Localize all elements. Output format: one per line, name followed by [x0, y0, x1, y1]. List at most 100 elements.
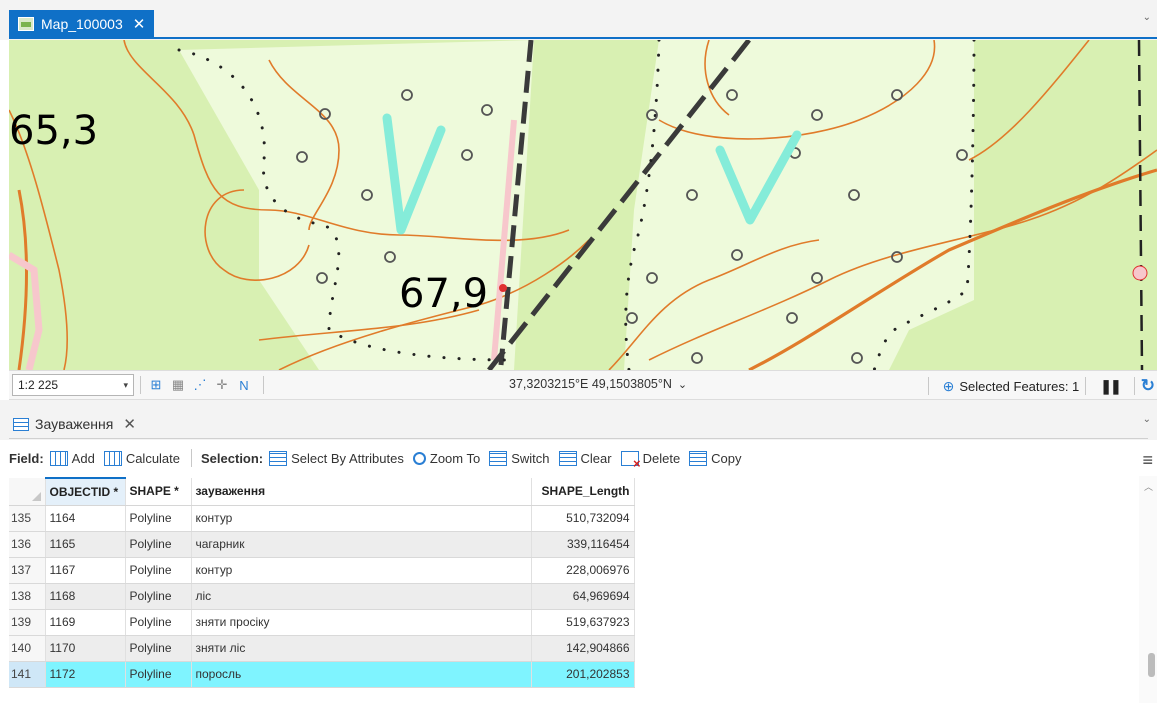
cell-note[interactable]: контур [191, 505, 532, 532]
map-tabstrip: Map_100003 ✕ ⌄ [0, 0, 1157, 40]
cell-objectid[interactable]: 1168 [45, 583, 126, 610]
row-number: 136 [9, 531, 46, 558]
cell-objectid[interactable]: 1169 [45, 609, 126, 636]
cell-shape[interactable]: Polyline [125, 531, 192, 558]
row-number: 137 [9, 557, 46, 584]
column-header-objectid[interactable]: OBJECTID * [45, 477, 126, 506]
cell-shape[interactable]: Polyline [125, 635, 192, 662]
cell-note[interactable]: поросль [191, 661, 532, 688]
map-icon [18, 17, 34, 31]
chevron-down-icon: ⌄ [677, 379, 688, 391]
cell-shape-length[interactable]: 510,732094 [531, 505, 635, 532]
map-background [9, 40, 1157, 370]
close-icon[interactable]: ✕ [123, 415, 136, 433]
cell-shape-length[interactable]: 519,637923 [531, 609, 635, 636]
cell-shape-length[interactable]: 201,202853 [531, 661, 635, 688]
divider [927, 377, 929, 395]
chevron-down-icon[interactable]: ⌄ [1143, 12, 1151, 23]
cell-objectid[interactable]: 1170 [45, 635, 126, 662]
chevron-down-icon[interactable]: ⌄ [1143, 414, 1151, 425]
tab-attribute-table[interactable]: Зауваження ✕ [9, 412, 140, 436]
cell-shape-length[interactable]: 64,969694 [531, 583, 635, 610]
cell-note[interactable]: чагарник [191, 531, 532, 558]
spot-height-label: 65,3 [9, 108, 98, 154]
refresh-icon[interactable]: ↻ [1141, 376, 1155, 396]
clear-button[interactable]: Clear [558, 450, 612, 466]
zoom-to-label: Zoom To [429, 450, 481, 466]
grid-snap-icon[interactable]: ⊞ [147, 376, 165, 394]
cell-shape-length[interactable]: 228,006976 [531, 557, 635, 584]
cell-note[interactable]: зняти ліс [191, 635, 532, 662]
chevron-up-icon[interactable]: ︿ [1144, 480, 1153, 493]
cell-shape[interactable]: Polyline [125, 609, 192, 636]
spot-height-label: 67,9 [399, 271, 488, 317]
crosshair-icon[interactable]: ✛ [213, 376, 231, 394]
scale-dropdown[interactable]: 1:2 225 ▾ [12, 374, 134, 396]
cell-note[interactable]: зняти просіку [191, 609, 532, 636]
table-row[interactable]: 137 1167 Polyline контур 228,006976 [9, 557, 635, 584]
scrollbar-thumb[interactable] [1148, 653, 1155, 677]
table-row[interactable]: 140 1170 Polyline зняти ліс 142,904866 [9, 635, 635, 662]
table-row[interactable]: 135 1164 Polyline контур 510,732094 [9, 505, 635, 532]
tab-map[interactable]: Map_100003 ✕ [9, 10, 154, 38]
table-row-selected[interactable]: 141 1172 Polyline поросль 201,202853 [9, 661, 635, 688]
zoom-to-icon [412, 451, 426, 465]
copy-button[interactable]: Copy [689, 450, 742, 466]
divider [9, 438, 1148, 439]
calculate-button[interactable]: Calculate [103, 450, 181, 466]
snapping-icon[interactable]: ⋰ [191, 376, 209, 394]
grid-icon[interactable]: ▦ [169, 376, 187, 394]
menu-icon[interactable]: ≡ [1142, 450, 1153, 471]
cell-objectid[interactable]: 1164 [45, 505, 126, 532]
coordinate-readout[interactable]: 37,3203215°E 49,1503805°N ⌄ [509, 377, 687, 391]
zoom-to-button[interactable]: Zoom To [412, 450, 481, 466]
table-row[interactable]: 138 1168 Polyline ліс 64,969694 [9, 583, 635, 610]
chevron-down-icon: ▾ [123, 379, 128, 390]
coordinates-text: 37,3203215°E 49,1503805°N [509, 377, 672, 391]
point-marker[interactable] [1132, 265, 1148, 281]
column-header-note[interactable]: зауваження [191, 478, 532, 506]
selected-features-count: Selected Features: 1 [959, 378, 1080, 394]
tab-underline [9, 37, 1157, 39]
table-row[interactable]: 139 1169 Polyline зняти просіку 519,6379… [9, 609, 635, 636]
cell-shape-length[interactable]: 142,904866 [531, 635, 635, 662]
select-all-corner[interactable] [9, 478, 46, 506]
row-number: 141 [9, 661, 46, 688]
cell-note[interactable]: ліс [191, 583, 532, 610]
add-field-button[interactable]: Add [49, 450, 95, 466]
point-marker[interactable] [499, 284, 507, 292]
map-view[interactable]: 65,3 67,9 [9, 40, 1157, 370]
table-row[interactable]: 136 1165 Polyline чагарник 339,116454 [9, 531, 635, 558]
divider [263, 376, 264, 394]
calculate-label: Calculate [125, 450, 181, 466]
divider [140, 376, 141, 394]
cell-shape[interactable]: Polyline [125, 557, 192, 584]
selection-icon[interactable]: ⊕ [943, 378, 955, 395]
select-by-attributes-button[interactable]: Select By Attributes [269, 450, 404, 466]
table-toolbar: Field: Add Calculate Selection: Select B… [9, 440, 1157, 476]
north-arrow-icon[interactable]: N [235, 376, 253, 394]
table-scrollbar[interactable]: ︿ [1139, 476, 1157, 703]
delete-label: Delete [642, 450, 681, 466]
delete-icon [620, 450, 641, 471]
cell-shape-length[interactable]: 339,116454 [531, 531, 635, 558]
map-tab-label: Map_100003 [41, 16, 123, 32]
copy-icon [689, 450, 708, 466]
switch-button[interactable]: Switch [489, 450, 550, 466]
column-header-shape[interactable]: SHAPE * [125, 478, 192, 506]
select-by-attributes-label: Select By Attributes [291, 450, 404, 466]
cell-objectid[interactable]: 1167 [45, 557, 126, 584]
cell-objectid[interactable]: 1165 [45, 531, 126, 558]
cell-note[interactable]: контур [191, 557, 532, 584]
column-header-shape-length[interactable]: SHAPE_Length [531, 478, 635, 506]
divider [1085, 377, 1087, 395]
map-svg: 65,3 67,9 [9, 40, 1157, 370]
cell-shape[interactable]: Polyline [125, 505, 192, 532]
cell-shape[interactable]: Polyline [125, 583, 192, 610]
close-icon[interactable]: ✕ [133, 15, 146, 33]
row-number: 135 [9, 505, 46, 532]
cell-objectid[interactable]: 1172 [45, 661, 126, 688]
cell-shape[interactable]: Polyline [125, 661, 192, 688]
pause-icon[interactable]: ❚❚ [1100, 378, 1122, 395]
delete-button[interactable]: Delete [620, 450, 681, 471]
